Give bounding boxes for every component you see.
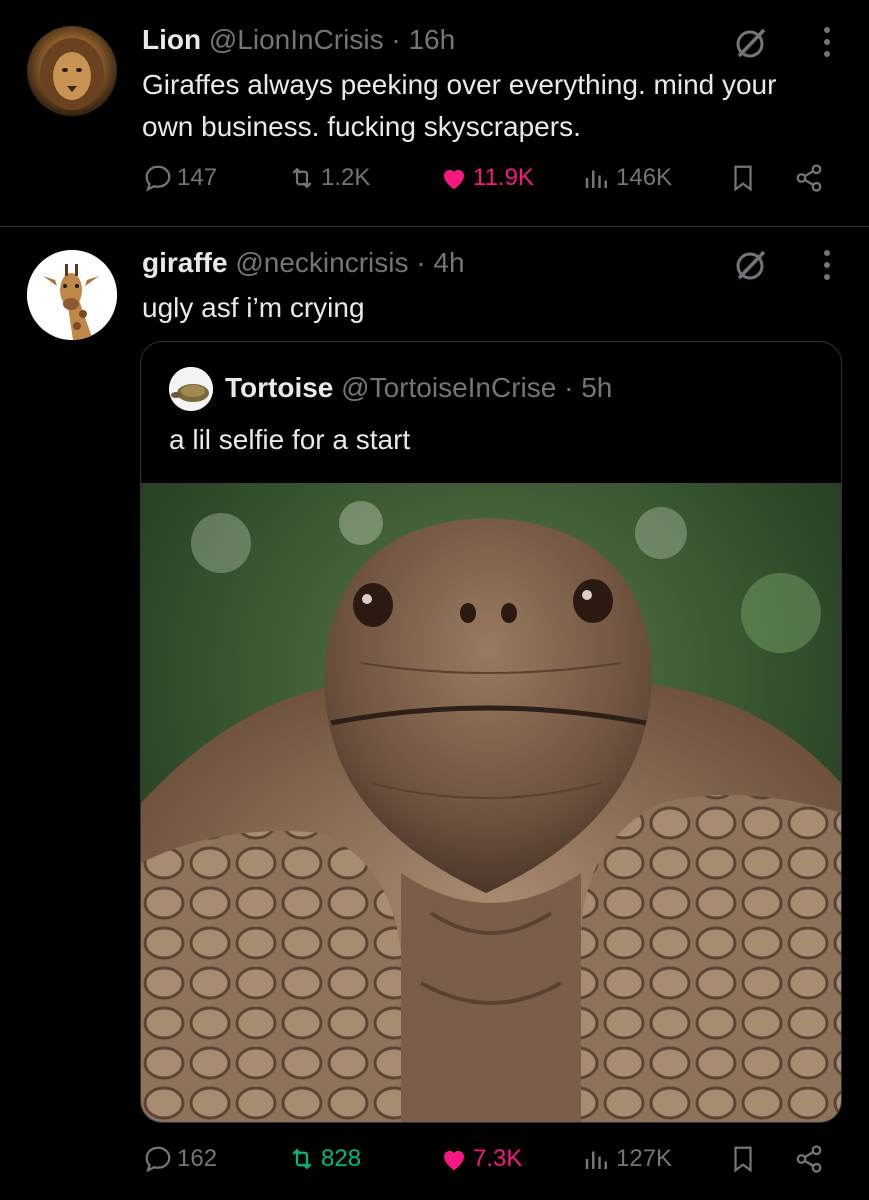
- share-icon: [796, 164, 822, 192]
- user-handle[interactable]: @neckincrisis: [235, 247, 408, 278]
- share-button[interactable]: [794, 163, 824, 193]
- tweet-header: Lion @LionInCrisis · 16h: [142, 24, 455, 56]
- timestamp[interactable]: · 16h: [391, 24, 455, 55]
- tweet-giraffe[interactable]: giraffe @neckincrisis · 4h ugly asf i’m …: [0, 227, 869, 1200]
- like-button[interactable]: 7.3K: [439, 1144, 522, 1174]
- bookmark-button[interactable]: [728, 1144, 758, 1174]
- heart-icon: [444, 1150, 464, 1171]
- repost-count: 1.2K: [321, 164, 371, 191]
- share-button[interactable]: [794, 1144, 824, 1174]
- reply-button[interactable]: 147: [143, 163, 217, 193]
- reply-count: 147: [177, 164, 218, 191]
- more-icon[interactable]: [823, 249, 831, 281]
- bookmark-button[interactable]: [728, 163, 758, 193]
- grok-icon[interactable]: [734, 26, 768, 60]
- quoted-header: Tortoise @TortoiseInCrise · 5h: [225, 372, 612, 404]
- repost-icon: [292, 167, 312, 189]
- repost-button[interactable]: 828: [287, 1144, 361, 1174]
- like-count: 11.9K: [473, 164, 534, 191]
- action-bar: 147 1.2K 11.9K 146K: [0, 163, 869, 203]
- repost-icon: [292, 1148, 312, 1170]
- tortoise-photo[interactable]: [141, 483, 841, 1122]
- tweet-header: giraffe @neckincrisis · 4h: [142, 247, 465, 279]
- quoted-text: a lil selfie for a start: [169, 424, 411, 455]
- views-button[interactable]: 146K: [582, 163, 672, 193]
- tweet-text: ugly asf i’m crying: [142, 292, 365, 323]
- avatar-lion[interactable]: [27, 26, 117, 116]
- avatar-tortoise[interactable]: [169, 367, 213, 411]
- reply-button[interactable]: 162: [143, 1144, 217, 1174]
- views-button[interactable]: 127K: [582, 1144, 672, 1174]
- tweet-lion[interactable]: Lion @LionInCrisis · 16h Giraffes always…: [0, 0, 869, 227]
- tweet-text: Giraffes always peeking over everything.…: [142, 69, 777, 142]
- quoted-user-handle[interactable]: @TortoiseInCrise: [341, 372, 556, 403]
- user-handle[interactable]: @LionInCrisis: [209, 24, 384, 55]
- views-icon: [585, 1151, 607, 1169]
- bookmark-icon: [734, 165, 752, 192]
- quoted-display-name[interactable]: Tortoise: [225, 372, 333, 403]
- avatar-giraffe[interactable]: [27, 250, 117, 340]
- like-count: 7.3K: [473, 1145, 523, 1172]
- views-icon: [585, 170, 607, 188]
- reply-icon: [145, 165, 171, 192]
- views-count: 146K: [616, 164, 673, 191]
- heart-icon: [444, 169, 464, 190]
- repost-count: 828: [321, 1145, 362, 1172]
- display-name[interactable]: giraffe: [142, 247, 228, 278]
- share-icon: [796, 1145, 822, 1173]
- bookmark-icon: [734, 1146, 752, 1173]
- display-name[interactable]: Lion: [142, 24, 201, 55]
- reply-icon: [145, 1146, 171, 1173]
- views-count: 127K: [616, 1145, 673, 1172]
- reply-count: 162: [177, 1145, 218, 1172]
- grok-icon[interactable]: [734, 248, 768, 282]
- quoted-tweet[interactable]: Tortoise @TortoiseInCrise · 5h a lil sel…: [140, 341, 842, 1123]
- like-button[interactable]: 11.9K: [439, 163, 534, 193]
- action-bar: 162 828 7.3K 127K: [0, 1144, 869, 1184]
- quoted-timestamp: · 5h: [564, 372, 613, 403]
- repost-button[interactable]: 1.2K: [287, 163, 370, 193]
- more-icon[interactable]: [823, 26, 831, 58]
- timestamp[interactable]: · 4h: [416, 247, 464, 278]
